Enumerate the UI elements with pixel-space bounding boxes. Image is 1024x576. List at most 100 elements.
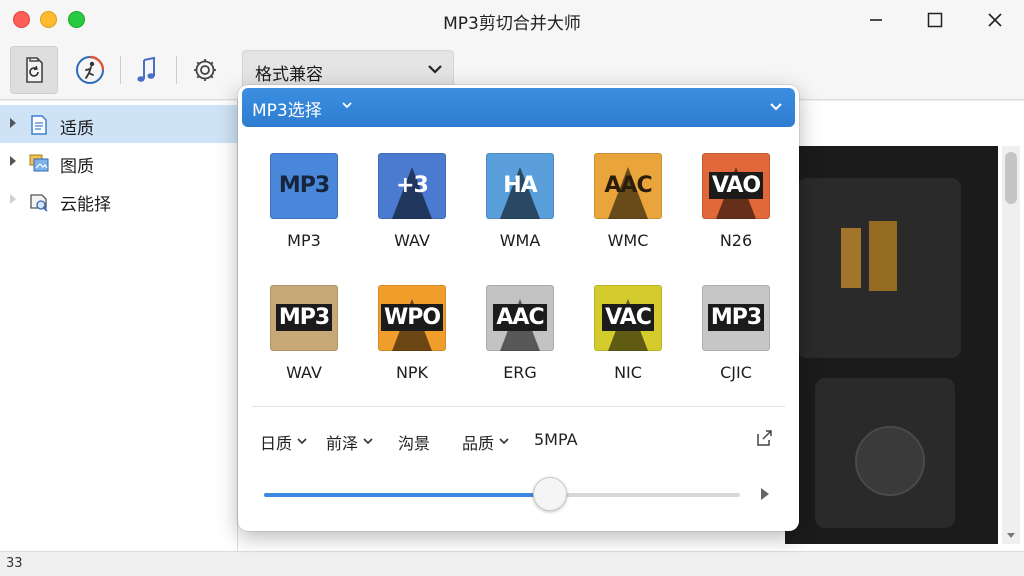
- option-scene[interactable]: 沟景: [398, 430, 430, 454]
- picture-stack-icon: [29, 154, 49, 172]
- format-option[interactable]: MP3 MP3: [260, 153, 348, 263]
- music-button[interactable]: [123, 46, 171, 94]
- preview-level-bar: [869, 221, 897, 291]
- refresh-file-button[interactable]: [10, 46, 58, 94]
- format-tile: WPO: [378, 285, 446, 351]
- format-code: MP3: [278, 173, 330, 198]
- format-code: VAO: [702, 172, 770, 199]
- format-option[interactable]: AAC WMC: [584, 153, 672, 263]
- document-refresh-icon: [26, 57, 43, 83]
- format-code: WPO: [378, 304, 446, 331]
- toolbar-separator: [120, 56, 121, 84]
- sidebar-item-1[interactable]: 图质: [0, 143, 238, 181]
- format-tile: +3: [378, 153, 446, 219]
- format-tile: MP3: [270, 153, 338, 219]
- scrollbar[interactable]: [1002, 146, 1020, 544]
- gear-icon: [194, 59, 216, 81]
- preview-level-bar: [841, 228, 861, 288]
- export-icon[interactable]: [754, 428, 774, 448]
- chevron-down-icon: [428, 65, 442, 74]
- sidebar-item-0[interactable]: 适质: [0, 105, 238, 143]
- chevron-down-icon: [499, 438, 509, 445]
- format-code: +3: [396, 173, 429, 198]
- sidebar-item-label: 云能择: [60, 195, 111, 215]
- expand-arrow-icon[interactable]: [8, 117, 18, 129]
- preview-dial: [855, 426, 925, 496]
- sidebar-item-label: 适质: [60, 119, 94, 139]
- play-icon[interactable]: [759, 486, 771, 502]
- format-tile: HA: [486, 153, 554, 219]
- format-code: VAC: [594, 304, 662, 331]
- title-bar: MP3剪切合并大师: [0, 0, 1024, 40]
- format-name: CJIC: [720, 363, 752, 382]
- format-option[interactable]: VAO N26: [692, 153, 780, 263]
- quality-slider-fill: [264, 493, 550, 497]
- option-label: 前泽: [326, 434, 359, 453]
- option-label: 日质: [260, 434, 293, 453]
- running-figure-icon: [76, 55, 105, 84]
- music-note-icon: [137, 56, 155, 82]
- close-button[interactable]: [981, 6, 1009, 34]
- minimize-button[interactable]: [862, 6, 890, 34]
- format-name: WAV: [286, 363, 322, 382]
- maximize-button[interactable]: [921, 6, 949, 34]
- format-name: N26: [719, 231, 753, 250]
- quality-slider-thumb[interactable]: [532, 477, 567, 511]
- format-option[interactable]: +3 WAV: [368, 153, 456, 263]
- chevron-down-icon: [363, 438, 373, 445]
- format-option[interactable]: VAC NIC: [584, 285, 672, 395]
- format-compatibility-dropdown[interactable]: 格式兼容: [242, 50, 454, 90]
- quality-slider-track[interactable]: [264, 493, 740, 497]
- option-label: 5MPA: [534, 430, 578, 449]
- close-icon: [988, 13, 1002, 27]
- cloud-edit-icon: [30, 194, 48, 212]
- expand-arrow-icon[interactable]: [8, 193, 18, 205]
- chevron-down-icon[interactable]: [769, 102, 783, 112]
- settings-button[interactable]: [181, 46, 229, 94]
- maximize-icon: [927, 12, 943, 28]
- option-bitrate[interactable]: 5MPA: [534, 430, 578, 449]
- chevron-down-icon: [342, 102, 352, 109]
- status-text: 33: [6, 556, 23, 571]
- run-button[interactable]: [66, 46, 114, 94]
- toolbar-separator: [176, 56, 177, 84]
- format-name: WMA: [499, 231, 541, 250]
- expand-arrow-icon[interactable]: [8, 155, 18, 167]
- popup-header-dropdown[interactable]: MP3选择: [242, 88, 795, 127]
- preview-panel: [785, 146, 998, 544]
- format-code: AAC: [604, 173, 652, 198]
- scrollbar-thumb[interactable]: [1005, 152, 1017, 204]
- format-option[interactable]: MP3 CJIC: [692, 285, 780, 395]
- option-grade-dropdown[interactable]: 品质: [462, 430, 509, 454]
- format-option[interactable]: AAC ERG: [476, 285, 564, 395]
- status-bar: 33: [0, 551, 1024, 576]
- format-option[interactable]: MP3 WAV: [260, 285, 348, 395]
- format-name: NIC: [614, 363, 642, 382]
- format-name: WAV: [394, 231, 430, 250]
- format-option[interactable]: HA WMA: [476, 153, 564, 263]
- sidebar-item-2[interactable]: 云能择: [0, 181, 238, 219]
- sidebar-tree: 适质 图质 云能择: [0, 101, 238, 551]
- format-tile: MP3: [702, 285, 770, 351]
- chevron-down-icon: [297, 438, 307, 445]
- format-name: NPK: [395, 363, 429, 382]
- option-label: 沟景: [398, 434, 431, 453]
- option-preset-dropdown[interactable]: 前泽: [326, 430, 373, 454]
- format-tile: MP3: [270, 285, 338, 351]
- format-option[interactable]: WPO NPK: [368, 285, 456, 395]
- format-selection-popup: MP3选择 MP3 MP3 +3 WAV HA WMA AAC WMC VAO …: [238, 85, 799, 531]
- format-code: MP3: [702, 304, 770, 331]
- scroll-down-icon[interactable]: [1006, 532, 1016, 540]
- sidebar-item-label: 图质: [60, 157, 94, 177]
- option-label: 品质: [462, 434, 495, 453]
- format-tile: AAC: [594, 153, 662, 219]
- popup-header-label: MP3选择: [252, 101, 322, 121]
- option-quality-dropdown[interactable]: 日质: [260, 430, 307, 454]
- format-name: WMC: [607, 231, 649, 250]
- popup-divider: [252, 406, 785, 407]
- format-code: AAC: [486, 304, 554, 331]
- format-code: HA: [503, 173, 537, 198]
- document-icon: [31, 115, 47, 135]
- minimize-icon: [870, 19, 882, 21]
- format-dropdown-label: 格式兼容: [255, 65, 323, 85]
